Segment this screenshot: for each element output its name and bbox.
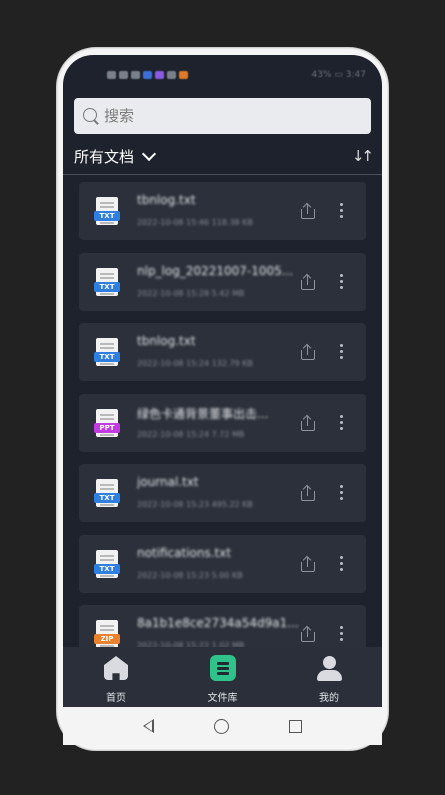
file-type-badge: TXT: [94, 563, 120, 574]
share-icon[interactable]: [300, 345, 316, 361]
file-type-badge: TXT: [94, 352, 120, 362]
battery-level: 43%: [311, 70, 332, 80]
file-meta: 2022-10-08 15:24 7.72 MB: [137, 429, 245, 439]
file-name: journal.txt: [137, 475, 199, 489]
search-input[interactable]: [104, 107, 344, 125]
file-name: notifications.txt: [137, 545, 232, 560]
filter-label: 所有文档: [74, 147, 135, 166]
status-notification-icon: [167, 71, 176, 79]
status-right: 43% ▭ 3:47: [312, 70, 367, 80]
file-type-badge: ZIP: [94, 634, 120, 644]
file-name: tbnlog.txt: [137, 334, 196, 348]
file-card[interactable]: TXT nlp_log_20221007-1005... 2022-10-08 …: [79, 252, 366, 311]
file-card[interactable]: ZIP 8a1b1e8ce2734a54d9a1... 2022-10-08 1…: [79, 605, 366, 647]
more-vertical-icon[interactable]: [338, 626, 344, 642]
file-meta: 2022-10-08 15:23 5.00 KB: [137, 570, 243, 580]
home-circle-icon[interactable]: [214, 718, 229, 734]
battery-icon: ▭: [334, 70, 343, 80]
file-type-icon: TXT: [94, 267, 120, 298]
file-name: 8a1b1e8ce2734a54d9a1...: [137, 616, 299, 630]
app-screen: 43% ▭ 3:47 所有文档 ↓↑ TXT tbnlog.txt 2022-1…: [63, 55, 382, 707]
file-type-icon: TXT: [94, 338, 120, 368]
divider: [63, 174, 382, 175]
file-meta: 2022-10-08 15:46 118.38 KB: [137, 218, 253, 227]
file-card[interactable]: TXT notifications.txt 2022-10-08 15:23 5…: [79, 534, 366, 593]
status-bar: 43% ▭ 3:47: [63, 65, 382, 85]
file-name: 绿色卡通背景董事出击...: [137, 406, 269, 421]
file-card[interactable]: TXT tbnlog.txt 2022-10-08 15:24 132.79 K…: [79, 323, 366, 381]
file-meta: 2022-10-08 15:28 5.42 MB: [137, 288, 245, 298]
status-notification-icon: [143, 71, 152, 79]
status-app-icon: [107, 71, 116, 79]
nav-label: 文件库: [207, 693, 238, 704]
more-vertical-icon[interactable]: [338, 344, 344, 360]
more-vertical-icon[interactable]: [338, 273, 344, 290]
file-type-icon: PPT: [94, 408, 120, 439]
share-icon[interactable]: [300, 274, 316, 291]
file-type-icon: TXT: [94, 197, 120, 227]
chevron-down-icon: [141, 146, 157, 161]
file-type-badge: PPT: [94, 422, 120, 433]
status-icons: [107, 71, 188, 79]
file-type-icon: TXT: [94, 549, 120, 580]
sort-icon[interactable]: ↓↑: [352, 147, 374, 165]
share-icon[interactable]: [300, 486, 316, 502]
nav-item-home[interactable]: 首页: [83, 647, 149, 707]
bottom-nav: 首页 文件库 我的: [63, 647, 382, 707]
nav-item-library[interactable]: 文件库: [190, 647, 256, 707]
file-card[interactable]: TXT journal.txt 2022-10-08 15:23 495.22 …: [79, 464, 366, 522]
library-icon: [209, 655, 236, 681]
home-icon: [103, 655, 129, 681]
file-name: nlp_log_20221007-1005...: [137, 263, 294, 278]
file-name: tbnlog.txt: [137, 193, 196, 207]
file-type-icon: ZIP: [94, 620, 120, 647]
status-signal-icon: [119, 71, 128, 79]
recents-square-icon[interactable]: [289, 719, 302, 733]
file-type-badge: TXT: [94, 211, 120, 221]
nav-label: 首页: [106, 693, 126, 704]
status-wifi-icon: [131, 71, 140, 79]
status-notification-icon: [155, 71, 164, 79]
file-type-badge: TXT: [94, 493, 120, 503]
search-icon: [82, 107, 100, 125]
nav-item-mine[interactable]: 我的: [296, 647, 362, 707]
file-card[interactable]: PPT 绿色卡通背景董事出击... 2022-10-08 15:24 7.72 …: [79, 393, 366, 452]
share-icon[interactable]: [300, 556, 316, 573]
file-type-icon: TXT: [94, 479, 120, 509]
file-type-badge: TXT: [94, 281, 120, 292]
more-vertical-icon[interactable]: [338, 414, 344, 431]
more-vertical-icon[interactable]: [338, 485, 344, 501]
file-list[interactable]: TXT tbnlog.txt 2022-10-08 15:46 118.38 K…: [79, 182, 366, 647]
system-nav-bar: [63, 707, 382, 745]
clock: 3:47: [345, 70, 366, 80]
file-meta: 2022-10-08 15:23 495.22 KB: [137, 500, 253, 509]
file-card[interactable]: TXT tbnlog.txt 2022-10-08 15:46 118.38 K…: [79, 182, 366, 240]
share-icon[interactable]: [300, 204, 316, 220]
share-icon[interactable]: [300, 415, 316, 432]
filter-row: 所有文档 ↓↑: [74, 145, 374, 167]
back-icon[interactable]: [143, 719, 154, 733]
nav-label: 我的: [319, 693, 339, 704]
search-bar[interactable]: [74, 98, 371, 134]
status-notification-icon: [179, 71, 188, 79]
share-icon[interactable]: [300, 627, 316, 643]
more-vertical-icon[interactable]: [338, 203, 344, 219]
document-filter-dropdown[interactable]: 所有文档: [74, 146, 157, 167]
more-vertical-icon[interactable]: [338, 555, 344, 572]
user-icon: [316, 655, 342, 681]
file-meta: 2022-10-08 15:24 132.79 KB: [137, 359, 253, 368]
